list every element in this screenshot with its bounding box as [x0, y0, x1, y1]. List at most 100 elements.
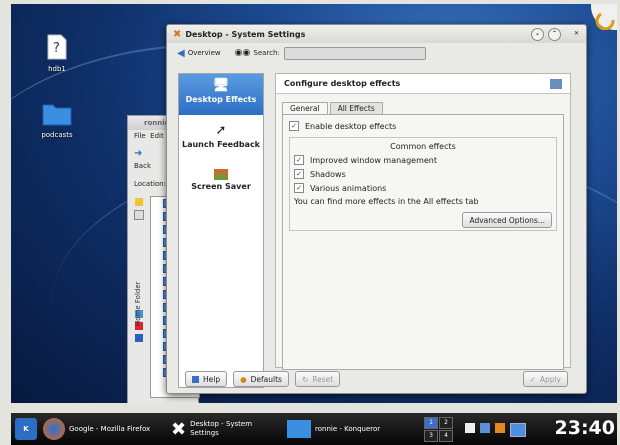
desktop-icon-label: podcasts — [41, 131, 73, 139]
category-label: Launch Feedback — [181, 140, 260, 149]
task-label: Desktop - System Settings — [190, 420, 253, 437]
settings-app-icon: ✖ — [173, 28, 182, 40]
system-tray — [465, 423, 526, 437]
improved-window-management-checkbox[interactable]: ✓ Improved window management — [294, 153, 552, 167]
check-icon: ✓ — [294, 155, 304, 165]
clipboard-icon[interactable] — [465, 423, 475, 433]
desktop-icon-label: hdb1 — [48, 65, 66, 73]
updates-icon[interactable] — [495, 423, 505, 433]
apply-button[interactable]: ✓ Apply — [522, 371, 568, 387]
folder-icon — [287, 420, 311, 438]
back-arrow-icon: ◀ — [177, 47, 185, 59]
category-desktop-effects[interactable]: 🖥 Desktop Effects — [179, 74, 263, 115]
settings-tools-icon: ✖ — [171, 418, 187, 440]
drive-icon: ? — [47, 34, 67, 60]
checkbox-label: Improved window management — [310, 155, 437, 165]
back-label: Back — [134, 162, 151, 170]
history-icon[interactable] — [134, 210, 144, 220]
show-desktop-icon[interactable] — [510, 423, 526, 437]
defaults-icon: ● — [240, 374, 247, 384]
menu-edit[interactable]: Edit — [150, 132, 164, 140]
apply-label: Apply — [539, 374, 561, 384]
title-bar[interactable]: ✖ Desktop - System Settings ⌄ ⌃ ✕ — [167, 25, 586, 43]
task-konqueror[interactable]: ronnie - Konqueror — [287, 416, 380, 442]
settings-panel: Configure desktop effects General All Ef… — [275, 73, 571, 370]
apply-check-icon: ✓ — [529, 374, 536, 384]
defaults-button[interactable]: ● Defaults — [233, 371, 289, 387]
close-button[interactable]: ✕ — [571, 29, 582, 40]
toolbar: ◀ Overview ◉◉ Search: — [167, 43, 586, 63]
category-screen-saver[interactable]: Screen Saver — [179, 164, 263, 205]
screen-saver-icon — [214, 169, 228, 180]
clock[interactable]: 23:40 — [555, 417, 615, 439]
desktop-background: ? hdb1 podcasts ronnie File Edit ➜ Back L… — [11, 4, 617, 403]
task-firefox[interactable]: Google - Mozilla Firefox — [43, 416, 150, 442]
checkbox-label: Various animations — [310, 183, 387, 193]
back-arrow-icon: ➜ — [134, 148, 143, 159]
reset-button[interactable]: ↻ Reset — [294, 371, 341, 387]
task-system-settings[interactable]: ✖ Desktop - System Settings — [171, 416, 252, 442]
bottom-buttons: Help ● Defaults ↻ Reset — [185, 371, 341, 387]
folder-icon — [42, 104, 72, 126]
bookmark-icon[interactable] — [135, 198, 143, 206]
firefox-icon — [43, 418, 65, 440]
shadows-checkbox[interactable]: ✓ Shadows — [294, 167, 552, 181]
help-button[interactable]: Help — [185, 371, 228, 387]
kde-icon: K — [15, 418, 37, 440]
network-tray-icon[interactable] — [480, 423, 490, 433]
pager-desktop-2[interactable]: 2 — [439, 417, 453, 429]
maximize-button[interactable]: ⌃ — [548, 27, 561, 41]
checkbox-label: Shadows — [310, 169, 346, 179]
system-settings-window[interactable]: ✖ Desktop - System Settings ⌄ ⌃ ✕ ◀ Over… — [166, 24, 587, 394]
tab-general[interactable]: General — [282, 102, 328, 114]
binoculars-icon: ◉◉ — [234, 48, 251, 58]
rocket-icon: ➚ — [215, 123, 227, 138]
reset-icon: ↻ — [301, 374, 309, 384]
taskbar: K Google - Mozilla Firefox ✖ Desktop - S… — [11, 413, 617, 445]
category-label: Desktop Effects — [185, 95, 257, 104]
desktop-effects-icon — [550, 78, 562, 89]
general-tab-content: ✓ Enable desktop effects Common effects … — [282, 114, 564, 370]
home-folder-tab[interactable]: Home Folder — [134, 281, 142, 326]
search-input[interactable] — [283, 46, 426, 60]
category-list[interactable]: 🖥 Desktop Effects ➚ Launch Feedback Scre… — [178, 73, 264, 388]
pager-desktop-4[interactable]: 4 — [439, 430, 453, 442]
kmenu-button[interactable]: K — [15, 416, 37, 442]
panel-header: Configure desktop effects — [276, 74, 570, 94]
overview-button[interactable]: ◀ Overview — [177, 48, 221, 59]
minimize-button[interactable]: ⌄ — [531, 27, 544, 41]
konqueror-sidebar-tabs[interactable]: Home Folder — [132, 196, 146, 396]
various-animations-checkbox[interactable]: ✓ Various animations — [294, 181, 552, 195]
desktop-icon-hdb1[interactable]: ? hdb1 — [22, 34, 92, 73]
advanced-options-button[interactable]: Advanced Options... — [462, 212, 552, 228]
overview-label: Overview — [187, 49, 221, 57]
help-icon — [192, 375, 199, 383]
pager-desktop-1[interactable]: 1 — [424, 417, 438, 429]
check-icon: ✓ — [289, 121, 299, 131]
tab-all-effects[interactable]: All Effects — [329, 102, 383, 114]
task-label: Google - Mozilla Firefox — [69, 425, 151, 433]
panel-title: Configure desktop effects — [284, 79, 401, 88]
check-icon: ✓ — [294, 183, 304, 193]
search-label: Search: — [253, 49, 280, 57]
svg-text:?: ? — [53, 41, 60, 56]
hint-text: You can find more effects in the All eff… — [294, 197, 479, 206]
check-icon: ✓ — [294, 169, 304, 179]
desktop-icon-podcasts[interactable]: podcasts — [22, 102, 92, 139]
help-label: Help — [203, 374, 221, 384]
corner-widget[interactable] — [591, 4, 617, 31]
common-effects-group: Common effects ✓ Improved window managem… — [289, 137, 557, 231]
defaults-label: Defaults — [250, 374, 282, 384]
desktop-effects-icon: 🖥 — [212, 78, 230, 93]
task-label: ronnie - Konqueror — [315, 425, 381, 433]
menu-file[interactable]: File — [134, 132, 146, 140]
media-icon[interactable] — [135, 334, 143, 342]
desktop-pager[interactable]: 1 2 3 4 — [424, 417, 453, 442]
pager-desktop-3[interactable]: 3 — [424, 430, 438, 442]
checkbox-label: Enable desktop effects — [305, 121, 397, 131]
reset-label: Reset — [312, 374, 334, 384]
enable-effects-checkbox[interactable]: ✓ Enable desktop effects — [289, 119, 557, 133]
window-title: Desktop - System Settings — [185, 29, 306, 39]
category-label: Screen Saver — [191, 182, 251, 191]
category-launch-feedback[interactable]: ➚ Launch Feedback — [179, 119, 263, 160]
